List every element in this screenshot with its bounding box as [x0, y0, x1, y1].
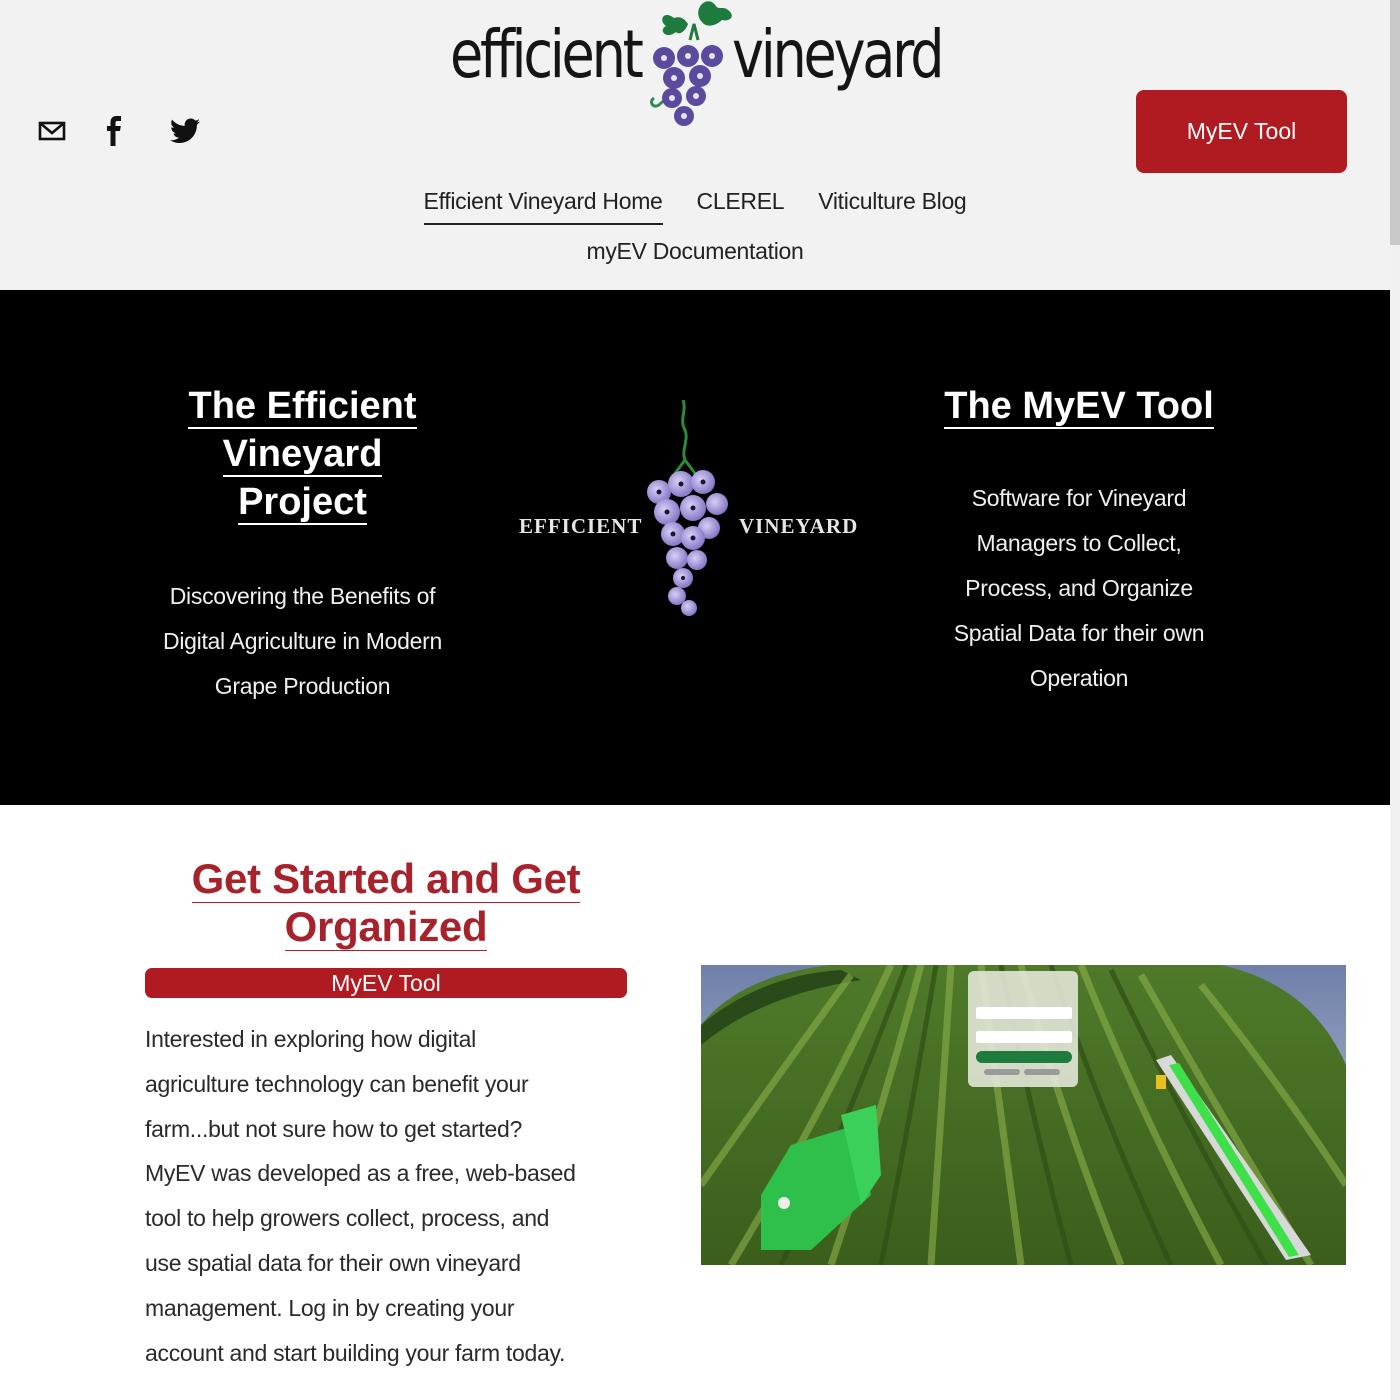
logo-word-right: vineyard [732, 16, 945, 93]
logo-word-left: efficient [450, 16, 644, 93]
facebook-icon [107, 116, 121, 146]
hero-banner: The Efficient Vineyard Project Discoveri… [0, 290, 1390, 805]
scrollbar-thumb[interactable] [1390, 0, 1400, 245]
nav-item-clerel[interactable]: CLEREL [697, 183, 785, 225]
grape-cluster-icon [650, 1, 732, 126]
grape-cluster-icon [647, 400, 728, 616]
hero-project-title[interactable]: The Efficient Vineyard Project [140, 382, 465, 526]
main-nav: Efficient Vineyard Home CLEREL Viticultu… [0, 183, 1390, 283]
site-header: efficient vineyard MyEV Tool Efficient V… [0, 0, 1390, 290]
section-body: Interested in exploring how digital agri… [145, 1026, 576, 1366]
nav-item-viticulture-blog[interactable]: Viticulture Blog [818, 183, 967, 225]
hero-logo-word-left: EFFICIENT [519, 514, 643, 538]
nav-item-home[interactable]: Efficient Vineyard Home [423, 183, 663, 225]
page-scrollbar[interactable] [1390, 0, 1400, 1400]
myev-tool-bar-button[interactable]: MyEV Tool [145, 968, 627, 998]
social-links [34, 114, 232, 148]
hero-tool-subtitle: Software for Vineyard Managers to Collec… [953, 485, 1205, 691]
myev-tool-button[interactable]: MyEV Tool [1136, 90, 1347, 173]
hero-logo: EFFICIENT VINEYARD [515, 400, 860, 620]
twitter-link[interactable] [166, 114, 232, 148]
section-title[interactable]: Get Started and Get Organized [145, 855, 627, 951]
hero-project-column: The Efficient Vineyard Project Discoveri… [140, 382, 465, 709]
hero-project-subtitle: Discovering the Benefits of Digital Agri… [163, 583, 442, 699]
nav-item-myev-documentation[interactable]: myEV Documentation [586, 233, 803, 275]
hero-logo-word-right: VINEYARD [739, 514, 859, 538]
site-logo[interactable]: efficient vineyard [448, 0, 945, 140]
mail-icon [38, 121, 66, 141]
hero-tool-column: The MyEV Tool Software for Vineyard Mana… [920, 382, 1238, 701]
vineyard-photo [701, 965, 1346, 1265]
hero-tool-title[interactable]: The MyEV Tool [920, 382, 1238, 430]
email-link[interactable] [34, 114, 100, 148]
twitter-icon [170, 118, 200, 143]
get-started-section: Get Started and Get Organized MyEV Tool … [0, 805, 1390, 1400]
facebook-link[interactable] [100, 114, 166, 148]
